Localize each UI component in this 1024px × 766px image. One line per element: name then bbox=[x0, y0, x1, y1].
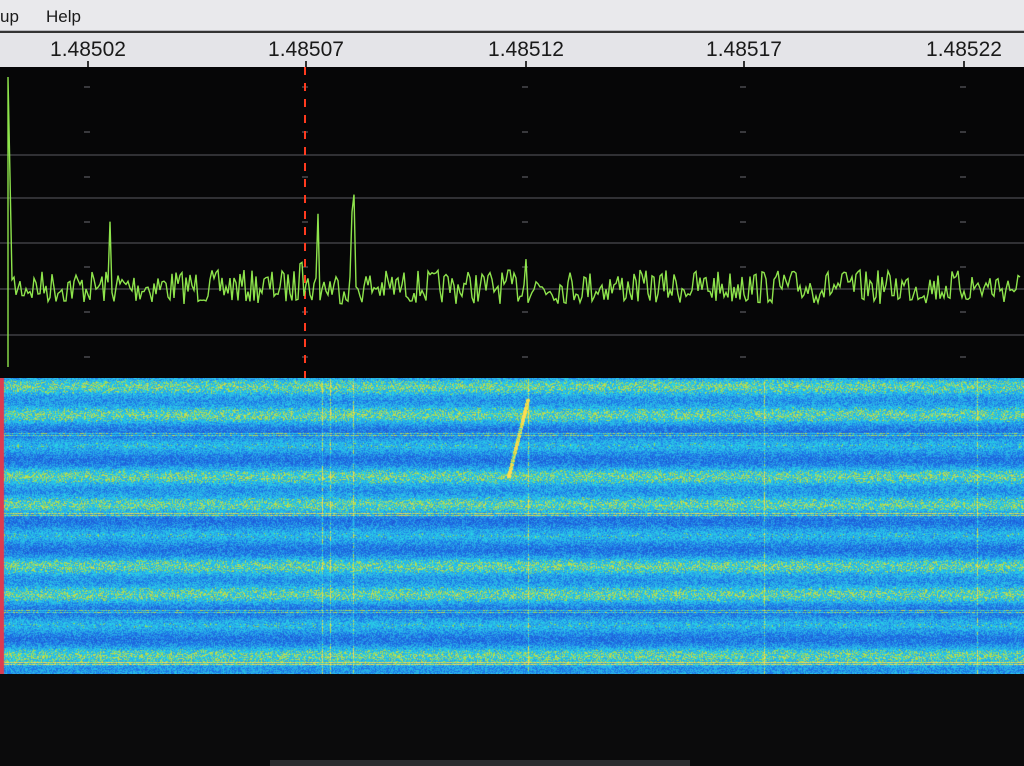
frequency-label: 1.48502 bbox=[50, 38, 126, 61]
status-bar bbox=[270, 760, 690, 766]
spectrum-plot bbox=[0, 67, 1024, 378]
frequency-ruler[interactable]: 1.48502 1.48507 1.48512 1.48517 1.48522 bbox=[0, 31, 1024, 69]
bottom-area bbox=[0, 674, 1024, 766]
frequency-label: 1.48522 bbox=[926, 38, 1002, 61]
frequency-label: 1.48507 bbox=[268, 38, 344, 61]
frequency-label: 1.48517 bbox=[706, 38, 782, 61]
frequency-label: 1.48512 bbox=[488, 38, 564, 61]
spectrum-trace bbox=[7, 76, 1021, 367]
menu-bar: up Help bbox=[0, 0, 1024, 31]
menu-item-setup[interactable]: up bbox=[0, 7, 19, 27]
spectrum-display[interactable] bbox=[0, 67, 1024, 378]
waterfall-display[interactable] bbox=[0, 378, 1024, 674]
menu-item-help[interactable]: Help bbox=[46, 7, 81, 27]
spectrum-grid bbox=[0, 86, 1024, 358]
waterfall-canvas bbox=[0, 378, 1024, 674]
